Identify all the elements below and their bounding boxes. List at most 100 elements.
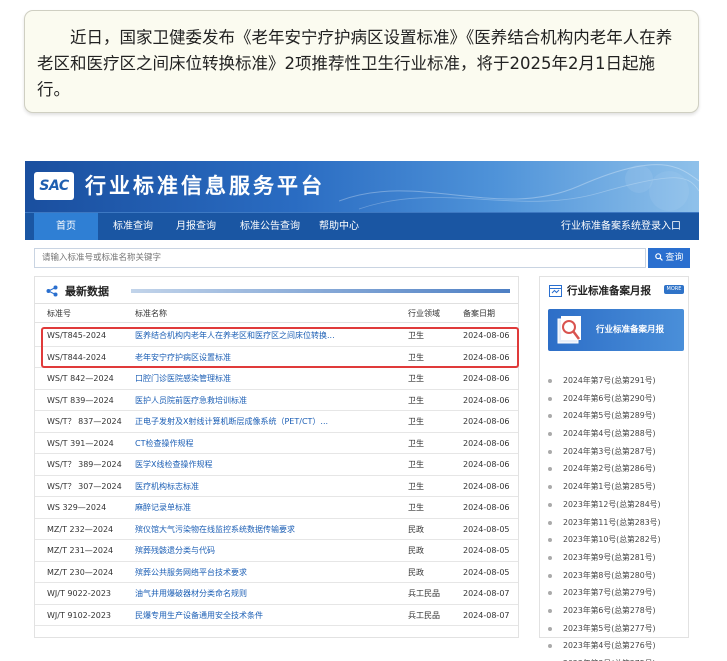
monthly-report-link[interactable]: 2024年第6号(总第290号) bbox=[563, 390, 656, 408]
table-row[interactable]: WJ/T 9102-2023 民爆专用生产设备通用安全技术条件 兵工民品 2024-0… bbox=[35, 605, 518, 626]
bullet-icon bbox=[548, 538, 552, 543]
list-item[interactable]: 2023年第10号(总第282号) bbox=[540, 531, 688, 549]
table-row[interactable]: WS/T？ 389—2024 医学X线检查操作规程 卫生 2024-08-06 bbox=[35, 454, 518, 476]
filing-date: 2024-08-06 bbox=[463, 460, 510, 469]
standard-name-link[interactable]: 医护人员院前医疗急救培训标准 bbox=[135, 390, 397, 411]
col-header-field: 行业领域 bbox=[408, 309, 440, 318]
nav-item-standard-search[interactable]: 标准查询 bbox=[105, 213, 161, 240]
nav-item-monthly-search[interactable]: 月报查询 bbox=[170, 213, 222, 240]
search-button[interactable]: 查询 bbox=[648, 248, 690, 268]
standard-name-link[interactable]: 老年安宁疗护病区设置标准 bbox=[135, 347, 397, 368]
standard-no: MZ/T 231—2024 bbox=[47, 546, 114, 555]
list-item[interactable]: 2024年第6号(总第290号) bbox=[540, 390, 688, 408]
list-item[interactable]: 2023年第12号(总第284号) bbox=[540, 496, 688, 514]
monthly-report-link[interactable]: 2023年第3号(总第275号) bbox=[563, 655, 656, 661]
monthly-report-link[interactable]: 2023年第6号(总第278号) bbox=[563, 602, 656, 620]
monthly-report-link[interactable]: 2023年第5号(总第277号) bbox=[563, 620, 656, 638]
list-item[interactable]: 2023年第8号(总第280号) bbox=[540, 567, 688, 585]
table-row[interactable]: WS 329—2024 麻醉记录单标准 卫生 2024-08-06 bbox=[35, 497, 518, 519]
table-row[interactable]: WS/T844-2024 老年安宁疗护病区设置标准 卫生 2024-08-06 bbox=[35, 347, 518, 368]
filing-date: 2024-08-06 bbox=[463, 417, 510, 426]
bullet-icon bbox=[548, 396, 552, 401]
standard-no: WS/T 842—2024 bbox=[47, 374, 114, 383]
industry-field: 卫生 bbox=[408, 395, 424, 405]
table-row[interactable]: MZ/T 232—2024 殡仪馆大气污染物在线监控系统数据传输要求 民政 2024-… bbox=[35, 519, 518, 540]
list-item[interactable]: 2023年第4号(总第276号) bbox=[540, 637, 688, 655]
standard-name-link[interactable]: 殡仪馆大气污染物在线监控系统数据传输要求 bbox=[135, 519, 397, 540]
more-button[interactable]: MORE + bbox=[664, 285, 684, 301]
monthly-report-link[interactable]: 2023年第4号(总第276号) bbox=[563, 637, 656, 655]
standard-name-link[interactable]: 医养结合机构内老年人在养老区和医疗区之间床位转换... bbox=[135, 325, 397, 346]
filing-system-login-link[interactable]: 行业标准备案系统登录入口 bbox=[561, 213, 681, 240]
standard-name-link[interactable]: 正电子发射及X射线计算机断层成像系统（PET/CT）... bbox=[135, 411, 397, 432]
nav-item-home[interactable]: 首页 bbox=[34, 213, 98, 240]
nav-item-announcement-search[interactable]: 标准公告查询 bbox=[233, 213, 307, 240]
list-item[interactable]: 2024年第4号(总第288号) bbox=[540, 425, 688, 443]
standard-name-link[interactable]: 医学X线检查操作规程 bbox=[135, 454, 397, 475]
list-item[interactable]: 2023年第7号(总第279号) bbox=[540, 584, 688, 602]
table-header: 标准号 标准名称 行业领域 备案日期 bbox=[35, 304, 518, 323]
list-item[interactable]: 2023年第5号(总第277号) bbox=[540, 620, 688, 638]
monthly-report-link[interactable]: 2024年第3号(总第287号) bbox=[563, 443, 656, 461]
nav-item-help[interactable]: 帮助中心 bbox=[313, 213, 365, 240]
table-row[interactable]: MZ/T 230—2024 殡葬公共服务网络平台技术要求 民政 2024-08-05 bbox=[35, 562, 518, 583]
monthly-report-link[interactable]: 2023年第12号(总第284号) bbox=[563, 496, 661, 514]
news-note-text: 近日，国家卫健委发布《老年安宁疗护病区设置标准》《医养结合机构内老年人在养老区和… bbox=[37, 28, 673, 99]
industry-field: 卫生 bbox=[408, 352, 424, 362]
monthly-report-link[interactable]: 2024年第1号(总第285号) bbox=[563, 478, 656, 496]
table-row[interactable]: WS/T 842—2024 口腔门诊医院感染管理标准 卫生 2024-08-06 bbox=[35, 368, 518, 390]
table-row[interactable]: WJ/T 9022-2023 油气井用爆破器材分类命名规则 兵工民品 2024-08-… bbox=[35, 583, 518, 605]
standard-name-link[interactable]: 医疗机构标志标准 bbox=[135, 476, 397, 497]
latest-data-header: 最新数据 bbox=[35, 277, 518, 304]
standard-name-link[interactable]: 口腔门诊医院感染管理标准 bbox=[135, 368, 397, 389]
monthly-report-title: 行业标准备案月报 bbox=[567, 285, 651, 297]
standard-name-link[interactable]: 民爆专用生产设备通用安全技术条件 bbox=[135, 605, 397, 626]
table-row[interactable]: WS/T 839—2024 医护人员院前医疗急救培训标准 卫生 2024-08-06 bbox=[35, 390, 518, 411]
list-item[interactable]: 2024年第5号(总第289号) bbox=[540, 407, 688, 425]
monthly-report-link[interactable]: 2023年第7号(总第279号) bbox=[563, 584, 656, 602]
header-divider bbox=[131, 289, 510, 293]
table-row[interactable]: WS/T845-2024 医养结合机构内老年人在养老区和医疗区之间床位转换... 卫… bbox=[35, 325, 518, 347]
table-row[interactable]: MZ/T 231—2024 殡葬残骸遗分类与代码 民政 2024-08-05 bbox=[35, 540, 518, 562]
monthly-report-link[interactable]: 2024年第7号(总第291号) bbox=[563, 372, 656, 390]
search-input[interactable] bbox=[34, 248, 646, 268]
list-item[interactable]: 2024年第2号(总第286号) bbox=[540, 460, 688, 478]
list-item[interactable]: 2024年第3号(总第287号) bbox=[540, 443, 688, 461]
standard-no: WS/T？ 837—2024 bbox=[47, 417, 122, 426]
table-row[interactable]: WS/T？ 307—2024 医疗机构标志标准 卫生 2024-08-06 bbox=[35, 476, 518, 497]
monthly-report-banner[interactable]: 行业标准备案月报 bbox=[548, 309, 684, 351]
search-bar: 查询 bbox=[34, 248, 690, 268]
industry-field: 卫生 bbox=[408, 331, 424, 340]
list-item[interactable]: 2023年第11号(总第283号) bbox=[540, 514, 688, 532]
bullet-icon bbox=[548, 379, 552, 383]
monthly-report-link[interactable]: 2023年第11号(总第283号) bbox=[563, 514, 661, 532]
table-row[interactable]: WS/T？ 837—2024 正电子发射及X射线计算机断层成像系统（PET/CT）… bbox=[35, 411, 518, 433]
filing-date: 2024-08-05 bbox=[463, 524, 510, 534]
bullet-icon bbox=[548, 555, 552, 560]
monthly-report-link[interactable]: 2024年第5号(总第289号) bbox=[563, 407, 656, 425]
bullet-icon bbox=[548, 414, 552, 419]
sac-logo[interactable]: SAC bbox=[34, 172, 74, 200]
list-item[interactable]: 2024年第1号(总第285号) bbox=[540, 478, 688, 496]
standard-name-link[interactable]: CT检查操作规程 bbox=[135, 433, 397, 454]
monthly-report-link[interactable]: 2023年第9号(总第281号) bbox=[563, 549, 656, 567]
standard-name-link[interactable]: 殡葬公共服务网络平台技术要求 bbox=[135, 562, 397, 583]
table-row[interactable]: WS/T 391—2024 CT检查操作规程 卫生 2024-08-06 bbox=[35, 433, 518, 454]
search-icon bbox=[654, 253, 663, 261]
monthly-report-link[interactable]: 2023年第8号(总第280号) bbox=[563, 567, 656, 585]
monthly-report-link[interactable]: 2023年第10号(总第282号) bbox=[563, 531, 661, 549]
monthly-report-link[interactable]: 2024年第4号(总第288号) bbox=[563, 425, 656, 443]
standard-name-link[interactable]: 殡葬残骸遗分类与代码 bbox=[135, 540, 397, 561]
filing-date: 2024-08-06 bbox=[463, 374, 510, 383]
standard-name-link[interactable]: 麻醉记录单标准 bbox=[135, 497, 397, 518]
list-item[interactable]: 2023年第6号(总第278号) bbox=[540, 602, 688, 620]
list-item[interactable]: 2023年第9号(总第281号) bbox=[540, 549, 688, 567]
latest-data-panel: 最新数据 标准号 标准名称 行业领域 备案日期 WS/T845-2024 医养结合… bbox=[34, 276, 519, 638]
monthly-report-link[interactable]: 2024年第2号(总第286号) bbox=[563, 460, 656, 478]
standard-no: MZ/T 232—2024 bbox=[47, 524, 114, 534]
industry-field: 民政 bbox=[408, 567, 424, 577]
list-item[interactable]: 2024年第7号(总第291号) bbox=[540, 372, 688, 390]
standard-name-link[interactable]: 油气井用爆破器材分类命名规则 bbox=[135, 583, 397, 604]
bullet-icon bbox=[548, 573, 552, 578]
list-item[interactable]: 2023年第3号(总第275号) bbox=[540, 655, 688, 661]
